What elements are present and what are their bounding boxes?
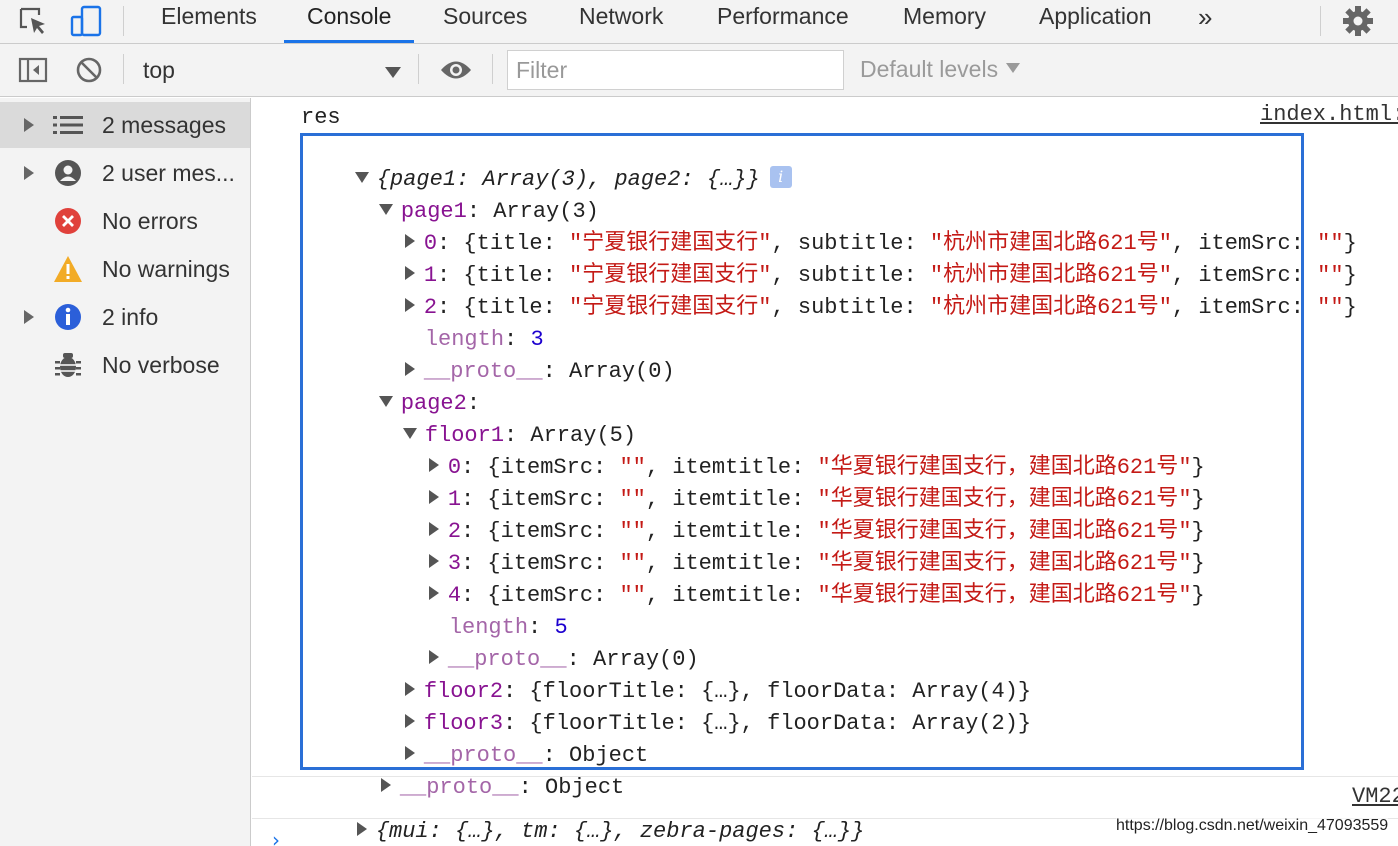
- sidebar-item-errors[interactable]: No errors: [0, 198, 250, 244]
- log-divider: [252, 776, 1398, 777]
- info-badge-icon[interactable]: i: [769, 166, 792, 189]
- console-prompt-icon[interactable]: ›: [272, 828, 280, 846]
- proto-row[interactable]: __proto__: Array(0): [352, 324, 675, 384]
- page2-row[interactable]: page2:: [326, 356, 480, 416]
- toolbar-divider: [123, 54, 124, 84]
- tab-console[interactable]: Console: [283, 0, 415, 43]
- floor1-item-row[interactable]: 1: {itemSrc: "", itemtitle: "华夏银行建国支行，建国…: [376, 452, 1205, 512]
- sidebar-toggle-icon[interactable]: [16, 50, 50, 90]
- source-link[interactable]: index.html:: [1260, 102, 1398, 127]
- itemsrc-value: "": [1317, 295, 1344, 320]
- default-levels-dropdown[interactable]: Default levels: [860, 56, 1021, 83]
- sidebar-item-verbose[interactable]: No verbose: [0, 342, 250, 388]
- tab-elements[interactable]: Elements: [161, 0, 257, 43]
- sidebar-item-label: 2 messages: [102, 111, 227, 138]
- bug-icon: [53, 350, 83, 380]
- expand-arrow-icon[interactable]: [356, 822, 367, 837]
- watermark: https://blog.csdn.net/weixin_47093559: [1116, 817, 1389, 835]
- tab-memory[interactable]: Memory: [903, 0, 986, 43]
- title-value: 宁夏银行建国支行: [582, 295, 759, 320]
- toolbar-divider: [418, 54, 419, 84]
- levels-label: Default levels: [860, 56, 999, 82]
- devtools-tab-bar: Elements Console Sources Network Perform…: [0, 0, 1398, 44]
- floor1-row[interactable]: floor1: Array(5): [350, 388, 636, 448]
- second-log-row[interactable]: {mui: {…}, tm: {…}, zebra-pages: {…}}: [304, 784, 864, 844]
- more-tabs-button[interactable]: »: [1198, 2, 1213, 33]
- sidebar-item-label: 2 info: [102, 303, 159, 330]
- floor1-item-row[interactable]: 4: {itemSrc: "", itemtitle: "华夏银行建国支行，建国…: [376, 548, 1205, 608]
- expand-arrow-icon[interactable]: [24, 166, 34, 180]
- page1-item-row[interactable]: 0: {title: "宁夏银行建国支行", subtitle: "杭州市建国北…: [352, 196, 1357, 256]
- sidebar-item-info[interactable]: 2 info: [0, 294, 250, 340]
- chevron-down-icon: [1006, 62, 1021, 73]
- filter-input[interactable]: [507, 50, 844, 90]
- sidebar-item-label: No warnings: [102, 255, 230, 282]
- proto-row[interactable]: __proto__: Object: [352, 708, 648, 768]
- length-row: length: 3: [424, 327, 544, 352]
- tab-network[interactable]: Network: [579, 0, 663, 43]
- sidebar-item-user-messages[interactable]: 2 user mes...: [0, 150, 250, 196]
- object-summary-row[interactable]: {page1: Array(3), page2: {…}} i: [302, 132, 792, 192]
- error-icon: [53, 206, 83, 236]
- toolbar-divider: [1320, 6, 1321, 36]
- eye-icon[interactable]: [436, 50, 476, 90]
- user-icon: [53, 158, 83, 188]
- tab-performance[interactable]: Performance: [717, 0, 849, 43]
- tab-application[interactable]: Application: [1039, 0, 1152, 43]
- console-toolbar: top Default levels: [0, 44, 1398, 97]
- proto-row[interactable]: __proto__: Object: [328, 740, 624, 800]
- console-output: res index.html: {page1: Array(3), page2:…: [252, 98, 1398, 846]
- itemtitle-value: 华夏银行建国支行，建国北路621号: [830, 583, 1179, 608]
- inspect-element-icon[interactable]: [16, 0, 50, 42]
- toolbar-divider: [123, 6, 124, 36]
- floor1-item-row[interactable]: 0: {itemSrc: "", itemtitle: "华夏银行建国支行，建国…: [376, 420, 1205, 480]
- info-icon: [53, 302, 83, 332]
- device-toolbar-icon[interactable]: [68, 0, 104, 42]
- expand-arrow-icon[interactable]: [24, 310, 34, 324]
- floor2-row[interactable]: floor2: {floorTitle: {…}, floorData: Arr…: [352, 644, 1031, 704]
- property-value: : Array(0): [542, 359, 675, 384]
- source-link[interactable]: VM22: [1352, 784, 1398, 809]
- length-row: length: 5: [448, 615, 568, 640]
- floor1-item-row[interactable]: 3: {itemSrc: "", itemtitle: "华夏银行建国支行，建国…: [376, 516, 1205, 576]
- context-selector[interactable]: top: [143, 55, 405, 85]
- sidebar-item-label: No verbose: [102, 351, 220, 378]
- sidebar-item-warnings[interactable]: No warnings: [0, 246, 250, 292]
- log-label: res: [301, 105, 341, 130]
- list-icon: [53, 110, 83, 140]
- floor1-item-row[interactable]: 2: {itemSrc: "", itemtitle: "华夏银行建国支行，建国…: [376, 484, 1205, 544]
- warning-icon: [53, 254, 83, 284]
- expand-arrow-icon[interactable]: [24, 118, 34, 132]
- page1-item-row[interactable]: 1: {title: "宁夏银行建国支行", subtitle: "杭州市建国北…: [352, 228, 1357, 288]
- sidebar-item-messages[interactable]: 2 messages: [0, 102, 250, 148]
- chevron-down-icon: [385, 67, 401, 78]
- proto-row[interactable]: __proto__: Array(0): [376, 612, 699, 672]
- toolbar-divider: [492, 54, 493, 84]
- page1-row[interactable]: page1: Array(3): [326, 164, 599, 224]
- floor3-row[interactable]: floor3: {floorTitle: {…}, floorData: Arr…: [352, 676, 1031, 736]
- console-sidebar: 2 messages 2 user mes... No errors No wa…: [0, 98, 251, 846]
- page1-item-row[interactable]: 2: {title: "宁夏银行建国支行", subtitle: "杭州市建国北…: [352, 260, 1357, 320]
- gear-icon[interactable]: [1340, 0, 1376, 42]
- sidebar-item-label: No errors: [102, 207, 198, 234]
- object-summary: {mui: {…}, tm: {…}, zebra-pages: {…}}: [375, 819, 865, 844]
- context-label: top: [143, 57, 175, 83]
- tab-sources[interactable]: Sources: [443, 0, 527, 43]
- clear-console-icon[interactable]: [72, 50, 106, 90]
- subtitle-value: 杭州市建国北路621号: [943, 295, 1159, 320]
- sidebar-item-label: 2 user mes...: [102, 159, 235, 186]
